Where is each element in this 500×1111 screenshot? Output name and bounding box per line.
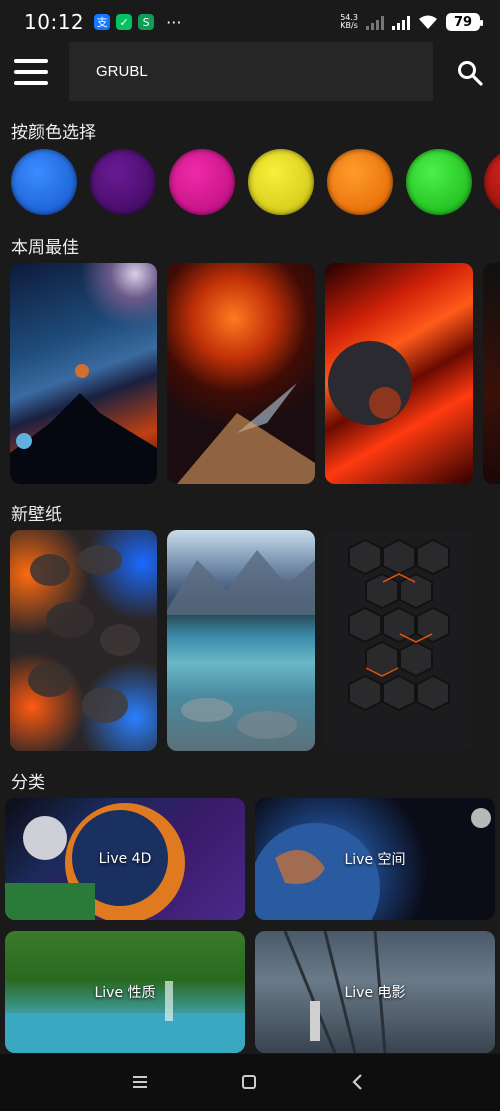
square-home-icon[interactable] [237,1070,261,1094]
category-label: Live 性质 [94,985,156,1001]
wallpaper-card[interactable] [167,530,315,751]
wallpaper-card[interactable] [10,530,157,751]
section-title-new-wallpapers: 新壁纸 [11,505,62,525]
wechat-icon: ✓ [116,14,133,30]
alipay-icon: 支 [94,14,111,30]
menu-lines-icon[interactable] [128,1070,152,1094]
weekly-best-row [10,263,500,485]
search-value: GRUBL [96,63,148,80]
battery-icon: 79 [446,13,483,31]
color-yellow[interactable] [248,149,314,215]
signal-sim2-icon [366,14,384,30]
section-title-weekly-best: 本周最佳 [11,238,79,258]
app-bar: GRUBL [0,42,500,102]
back-chevron-icon[interactable] [346,1070,370,1094]
color-blue[interactable] [11,149,77,215]
category-label: Live 空间 [344,852,406,868]
wallpaper-card[interactable] [167,263,315,484]
status-bar: 10:12 支 ✓ S ··· 54.3 KB/s 79 [0,0,500,44]
wallpaper-card[interactable] [10,263,157,484]
wallpaper-card[interactable] [483,263,500,484]
search-icon[interactable] [456,59,484,87]
color-green[interactable] [406,149,472,215]
wallpaper-card[interactable] [325,530,473,751]
category-card-live-nature[interactable]: Live 性质 [5,931,245,1053]
system-navigation-bar [0,1054,500,1111]
section-title-by-color: 按颜色选择 [11,123,96,143]
status-app-icons: 支 ✓ S ··· [94,13,181,32]
app-notification-icon: S [138,14,155,30]
category-label: Live 4D [98,851,152,867]
hamburger-menu-icon[interactable] [14,59,48,85]
category-label: Live 电影 [344,985,406,1001]
color-red[interactable] [484,149,500,215]
battery-level: 79 [453,14,473,30]
search-input[interactable]: GRUBL [69,42,433,101]
signal-sim1-icon [392,14,410,30]
category-card-live-4d[interactable]: Live 4D [5,798,245,920]
wallpaper-card[interactable] [325,263,473,484]
section-title-categories: 分类 [11,773,45,793]
category-card-live-space[interactable]: Live 空间 [255,798,495,920]
color-picker-row [11,149,500,217]
network-speed-unit: KB/s [340,21,358,30]
color-magenta[interactable] [169,149,235,215]
new-wallpapers-row [10,530,500,752]
network-speed: 54.3 KB/s [340,14,358,30]
color-orange[interactable] [327,149,393,215]
status-time: 10:12 [24,10,85,34]
color-purple[interactable] [90,149,156,215]
wifi-icon [419,15,437,29]
more-notifications-icon: ··· [166,12,182,32]
category-card-live-movie[interactable]: Live 电影 [255,931,495,1053]
